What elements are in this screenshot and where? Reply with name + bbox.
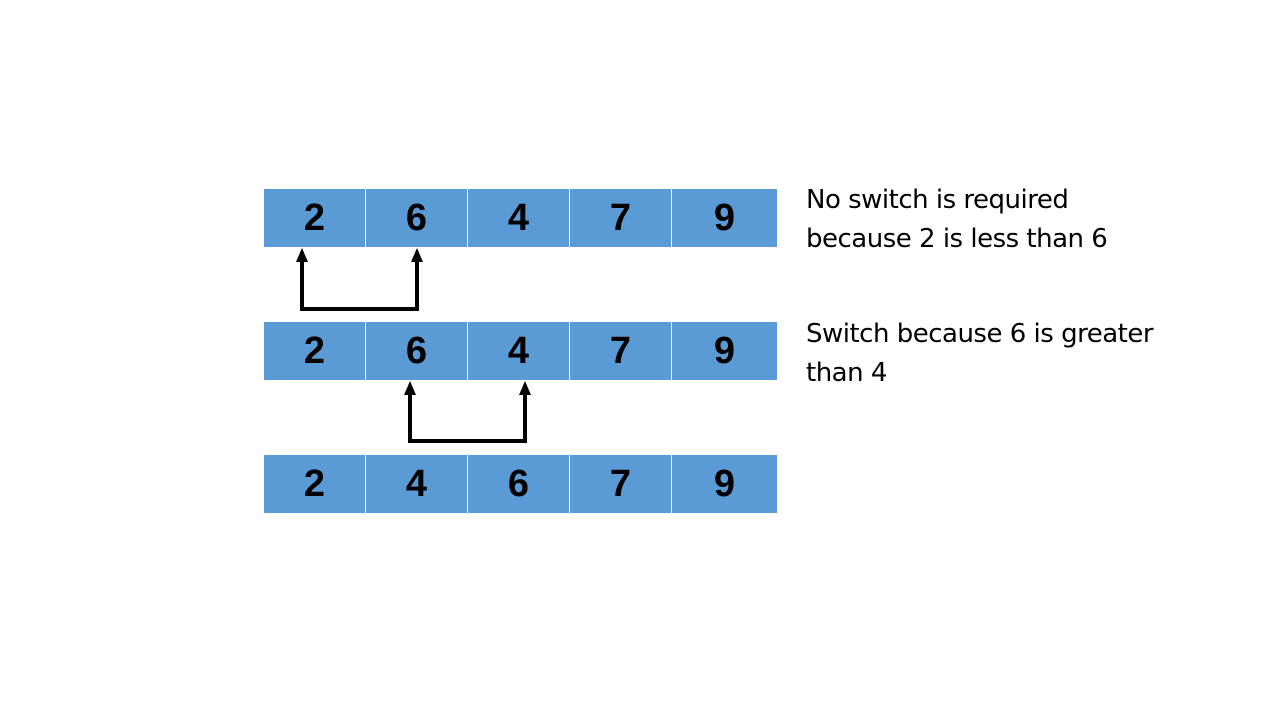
- arrowhead-icon: [296, 248, 308, 262]
- arrowhead-icon: [411, 248, 423, 262]
- comparison-arrows: [296, 248, 531, 443]
- arrowhead-icon: [519, 381, 531, 395]
- compare-arrow-2: [404, 381, 531, 443]
- arrowhead-icon: [404, 381, 416, 395]
- compare-arrow-1: [296, 248, 423, 311]
